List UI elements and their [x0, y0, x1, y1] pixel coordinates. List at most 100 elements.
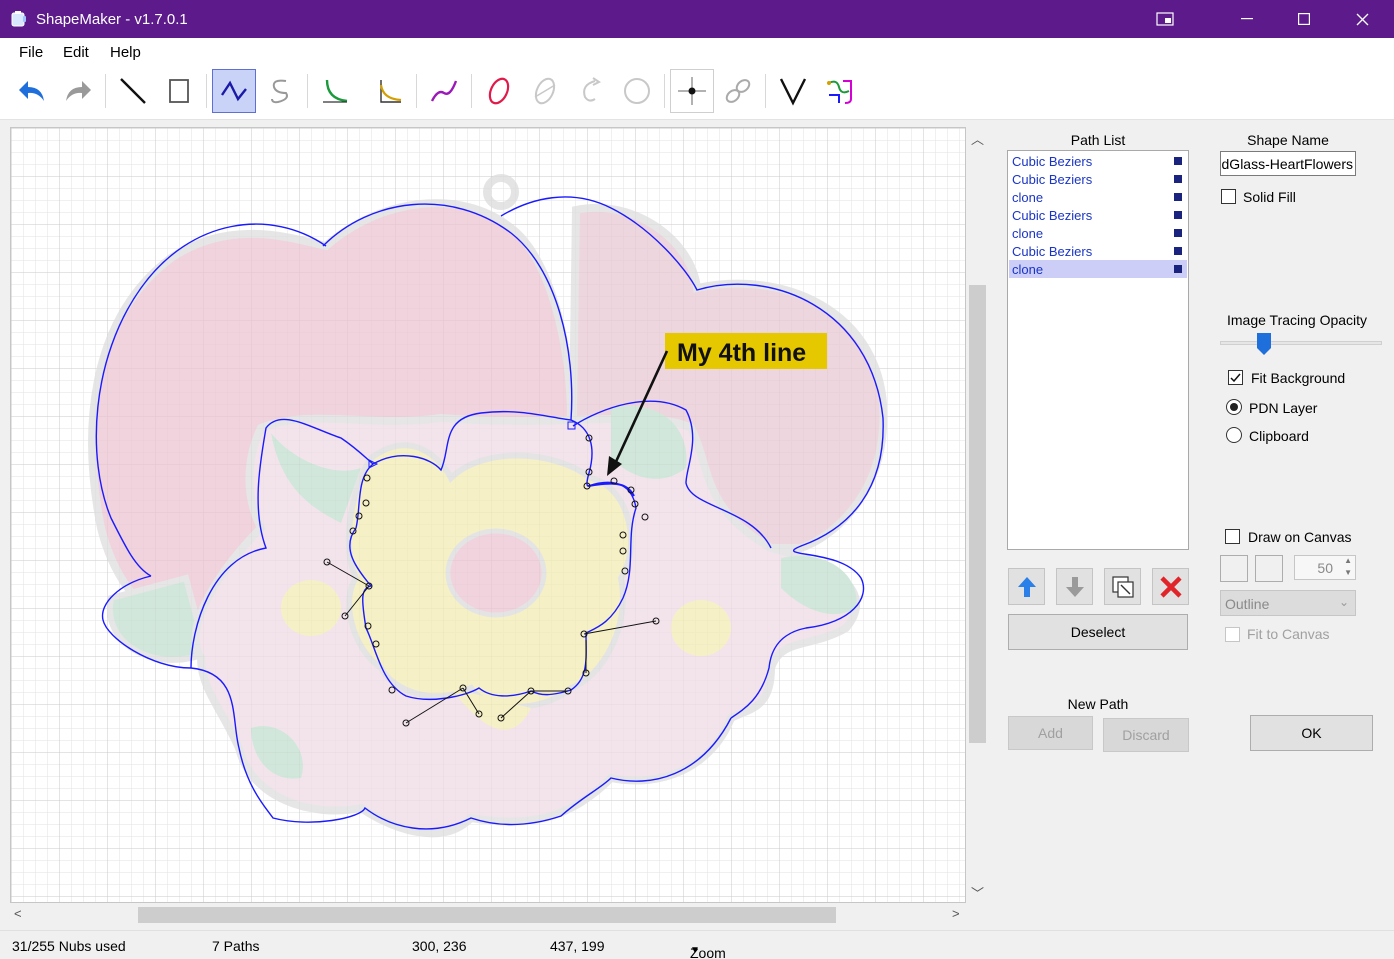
arc-direction-icon[interactable]	[569, 69, 613, 113]
status-bar: 31/255 Nubs used 7 Paths 300, 236 437, 1…	[0, 930, 1394, 959]
canvas-position-status: 437, 199	[550, 938, 605, 954]
move-path-down-button[interactable]	[1056, 568, 1093, 605]
ok-button[interactable]: OK	[1250, 715, 1373, 751]
path-reorder-icon[interactable]	[817, 69, 861, 113]
title-bar: ShapeMaker - v1.7.0.1	[0, 0, 1394, 38]
canvas-vertical-scrollbar[interactable]: ︿ ﹀	[966, 127, 988, 903]
toolbar	[0, 66, 1394, 120]
path-count-status: 7 Paths	[212, 938, 260, 954]
app-icon	[11, 11, 26, 27]
tracing-opacity-label: Image Tracing Opacity	[1227, 312, 1368, 328]
new-path-label: New Path	[1067, 696, 1129, 712]
scroll-up-icon[interactable]: ︿	[971, 129, 984, 148]
path-list-item[interactable]: Cubic Beziers	[1009, 242, 1187, 260]
tracing-opacity-track[interactable]	[1220, 341, 1382, 345]
draw-on-canvas-checkbox[interactable]	[1225, 529, 1240, 544]
path-list-item[interactable]: clone	[1009, 224, 1187, 242]
window-title: ShapeMaker - v1.7.0.1	[36, 11, 188, 28]
fill-color-swatch[interactable]	[1220, 555, 1248, 582]
vertical-scroll-thumb[interactable]	[969, 285, 986, 743]
link-paths-icon[interactable]	[716, 69, 760, 113]
duplicate-path-button[interactable]	[1104, 568, 1141, 605]
annotation-text: My 4th line	[677, 339, 806, 367]
path-list[interactable]: Cubic Beziers Cubic Beziers clone Cubic …	[1007, 150, 1189, 550]
discard-path-button[interactable]: Discard	[1103, 718, 1189, 752]
fit-to-canvas-checkbox[interactable]	[1225, 627, 1240, 642]
path-color-swatch	[1174, 193, 1182, 201]
delete-path-button[interactable]	[1152, 568, 1189, 605]
path-color-swatch	[1174, 157, 1182, 165]
path-list-item-selected[interactable]: clone	[1009, 260, 1187, 278]
duplicate-icon	[1111, 575, 1134, 598]
shape-name-input[interactable]: StainedGlass-HeartFlowers	[1220, 151, 1356, 176]
draw-mode-select[interactable]: Outline ⌄	[1220, 590, 1356, 616]
path-list-item[interactable]: Cubic Beziers	[1009, 170, 1187, 188]
path-color-swatch	[1174, 211, 1182, 219]
path-color-swatch	[1174, 229, 1182, 237]
smooth-quadratic-tool-icon[interactable]	[367, 69, 411, 113]
rectangle-tool-icon[interactable]	[157, 69, 201, 113]
tracing-opacity-thumb[interactable]	[1257, 333, 1271, 355]
freehand-tool-icon[interactable]	[422, 69, 466, 113]
nubs-used-status: 31/255 Nubs used	[12, 938, 126, 954]
menu-help[interactable]: Help	[110, 44, 141, 61]
menu-bar: File Edit Help	[0, 38, 1394, 66]
cursor-position-status: 300, 236	[412, 938, 467, 954]
deselect-button[interactable]: Deselect	[1008, 614, 1188, 650]
menu-edit[interactable]: Edit	[63, 44, 89, 61]
cubic-bezier-tool-icon[interactable]	[212, 69, 256, 113]
ellipse-tool-icon[interactable]	[477, 69, 521, 113]
menu-file[interactable]: File	[19, 44, 43, 61]
line-tool-icon[interactable]	[111, 69, 155, 113]
scroll-right-icon[interactable]: >	[952, 906, 960, 921]
checkmark-icon	[1230, 373, 1241, 383]
arrow-up-icon	[1017, 576, 1036, 597]
fit-background-checkbox[interactable]	[1228, 370, 1243, 385]
delete-icon	[1159, 575, 1182, 598]
chevron-down-icon: ⌄	[1338, 595, 1349, 609]
fit-background-label: Fit Background	[1251, 370, 1346, 386]
scroll-left-icon[interactable]: <	[14, 906, 22, 921]
horizontal-scroll-thumb[interactable]	[138, 907, 836, 923]
fit-to-canvas-label: Fit to Canvas	[1247, 626, 1330, 642]
add-path-button[interactable]: Add	[1008, 716, 1093, 750]
undo-icon[interactable]	[10, 69, 54, 113]
snap-icon[interactable]	[1142, 0, 1188, 38]
ellipse-arc-tool-icon[interactable]	[523, 69, 567, 113]
vertex-tool-icon[interactable]	[771, 69, 815, 113]
chevron-down-icon: ▼	[690, 945, 700, 956]
move-path-up-button[interactable]	[1008, 568, 1045, 605]
path-list-item[interactable]: Cubic Beziers	[1009, 206, 1187, 224]
solid-fill-checkbox[interactable]	[1221, 189, 1236, 204]
pdn-layer-radio[interactable]	[1226, 399, 1242, 415]
canvas-horizontal-scrollbar[interactable]: < >	[10, 903, 966, 927]
redo-icon[interactable]	[56, 69, 100, 113]
stroke-color-swatch[interactable]	[1255, 555, 1283, 582]
solid-fill-label: Solid Fill	[1243, 189, 1296, 205]
clipboard-label: Clipboard	[1249, 428, 1309, 444]
path-list-item[interactable]: Cubic Beziers	[1009, 152, 1187, 170]
canvas-artwork: My 4th line	[11, 128, 965, 902]
path-color-swatch	[1174, 175, 1182, 183]
smooth-cubic-tool-icon[interactable]	[258, 69, 302, 113]
close-icon[interactable]	[1339, 0, 1385, 38]
arrow-down-icon	[1065, 576, 1084, 597]
snap-to-grid-icon[interactable]	[670, 69, 714, 113]
pdn-layer-label: PDN Layer	[1249, 400, 1318, 416]
stroke-width-stepper[interactable]: 50 ▲ ▼	[1294, 555, 1356, 580]
circle-tool-icon[interactable]	[615, 69, 659, 113]
path-list-item[interactable]: clone	[1009, 188, 1187, 206]
maximize-icon[interactable]	[1281, 0, 1327, 38]
path-list-title: Path List	[1070, 132, 1126, 148]
stepper-up-icon[interactable]: ▲	[1344, 556, 1352, 565]
scroll-down-icon[interactable]: ﹀	[971, 883, 984, 902]
quadratic-bezier-tool-icon[interactable]	[313, 69, 357, 113]
drawing-canvas[interactable]: My 4th line	[10, 127, 966, 903]
clipboard-radio[interactable]	[1226, 427, 1242, 443]
stepper-down-icon[interactable]: ▼	[1344, 568, 1352, 577]
path-color-swatch	[1174, 265, 1182, 273]
draw-on-canvas-label: Draw on Canvas	[1248, 529, 1352, 545]
shape-name-label: Shape Name	[1247, 132, 1329, 148]
path-color-swatch	[1174, 247, 1182, 255]
minimize-icon[interactable]	[1224, 0, 1270, 38]
